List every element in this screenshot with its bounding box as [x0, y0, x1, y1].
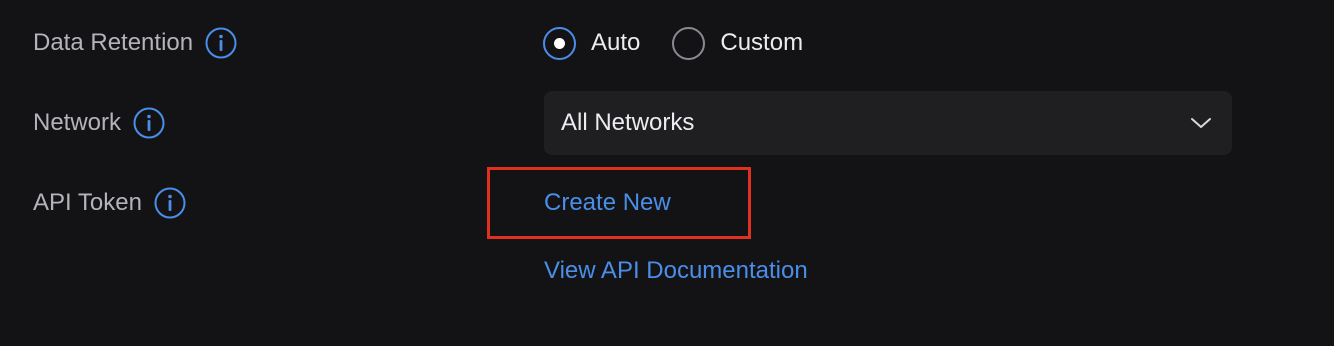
radio-custom[interactable]: Custom: [672, 26, 803, 60]
network-select-value: All Networks: [561, 109, 695, 136]
info-icon[interactable]: [133, 107, 165, 139]
api-token-label: API Token: [33, 183, 186, 223]
data-retention-label-text: Data Retention: [33, 29, 194, 56]
network-select[interactable]: All Networks: [544, 91, 1232, 155]
network-label: Network: [33, 103, 165, 143]
chevron-down-icon: [1191, 118, 1211, 128]
radio-custom-indicator[interactable]: [672, 26, 706, 60]
api-token-label-text: API Token: [33, 189, 142, 216]
data-retention-label: Data Retention: [33, 23, 237, 63]
create-new-token-link[interactable]: Create New: [544, 183, 671, 223]
network-label-text: Network: [33, 109, 122, 136]
radio-auto-label[interactable]: Auto: [591, 29, 640, 57]
info-icon[interactable]: [154, 187, 186, 219]
view-api-documentation-link[interactable]: View API Documentation: [544, 251, 808, 291]
info-icon[interactable]: [205, 27, 237, 59]
radio-custom-label[interactable]: Custom: [720, 29, 803, 57]
radio-auto[interactable]: Auto: [543, 26, 640, 60]
data-retention-radio-group: Auto Custom: [543, 23, 803, 63]
radio-auto-indicator[interactable]: [543, 26, 576, 60]
